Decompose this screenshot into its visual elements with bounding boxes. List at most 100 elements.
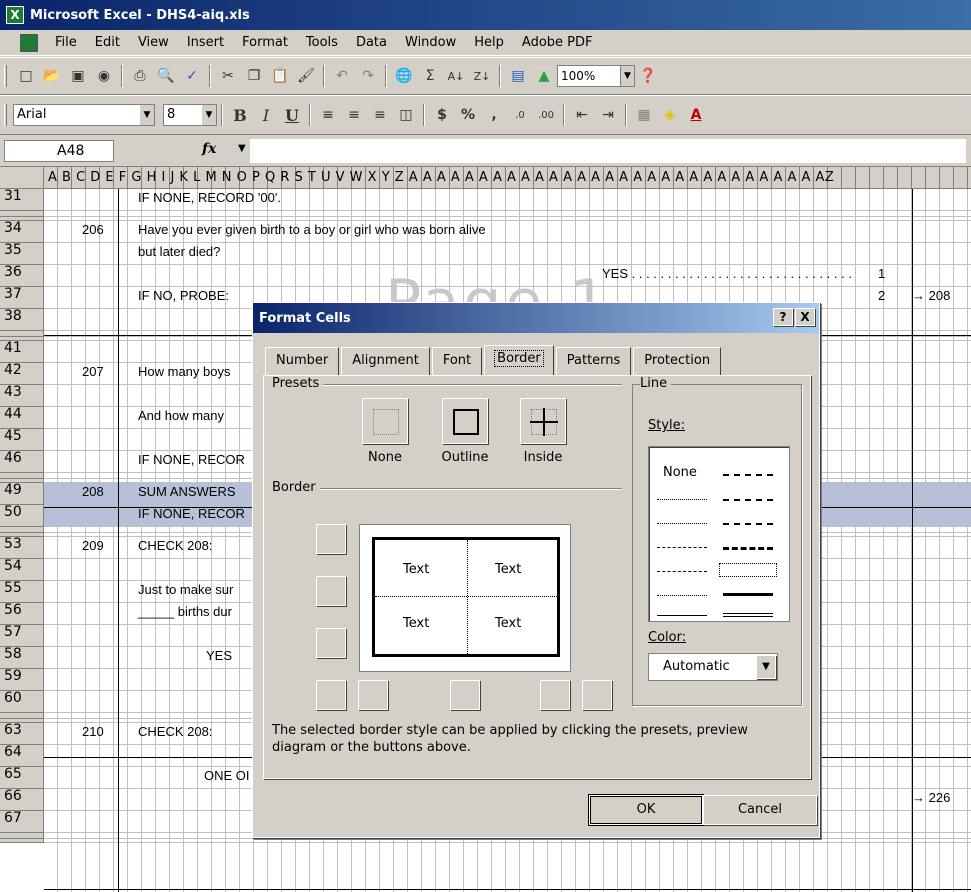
menu-tools[interactable]: Tools: [297, 35, 347, 50]
name-box[interactable]: A48: [4, 139, 114, 162]
row-header[interactable]: 53: [0, 537, 43, 559]
percent-icon[interactable]: %: [455, 102, 481, 128]
row-header[interactable]: 50: [0, 505, 43, 527]
paste-icon[interactable]: 📋: [267, 63, 293, 89]
currency-icon[interactable]: $: [429, 102, 455, 128]
border-bottom-button[interactable]: [316, 628, 346, 658]
border-right-button[interactable]: [540, 680, 570, 710]
increase-decimal-icon[interactable]: .0: [507, 102, 533, 128]
style-dashed-thin[interactable]: [657, 571, 707, 572]
sheet-row[interactable]: but later died?: [44, 243, 971, 265]
font-size-select[interactable]: 8 ▼: [163, 104, 217, 126]
border-top-button[interactable]: [316, 524, 346, 554]
sort-descending-icon[interactable]: Z↓: [469, 63, 495, 89]
border-middle-horizontal-button[interactable]: [316, 576, 346, 606]
chart-wizard-icon[interactable]: ▤: [505, 63, 531, 89]
style-double[interactable]: [723, 613, 773, 617]
preset-inside-button[interactable]: [520, 398, 566, 444]
style-selected-frame[interactable]: [719, 563, 777, 577]
tab-font[interactable]: Font: [431, 347, 483, 375]
style-dashdotdot[interactable]: [723, 523, 773, 525]
tab-number[interactable]: Number: [265, 347, 340, 375]
chevron-down-icon[interactable]: ▼: [756, 655, 776, 679]
row-header[interactable]: 63: [0, 723, 43, 745]
close-button[interactable]: X: [795, 308, 815, 326]
preset-none-button[interactable]: [362, 398, 408, 444]
row-header[interactable]: 42: [0, 363, 43, 385]
row-header[interactable]: 45: [0, 429, 43, 451]
chevron-down-icon[interactable]: ▼: [238, 143, 246, 154]
style-dotted-fine[interactable]: [657, 595, 707, 596]
menu-edit[interactable]: Edit: [86, 35, 129, 50]
row-header[interactable]: 58: [0, 647, 43, 669]
new-icon[interactable]: □: [13, 63, 39, 89]
row-header[interactable]: 54: [0, 559, 43, 581]
sheet-row[interactable]: [44, 839, 971, 843]
row-header[interactable]: 66: [0, 789, 43, 811]
cut-icon[interactable]: ✂: [215, 63, 241, 89]
row-header[interactable]: 59: [0, 669, 43, 691]
style-dotted[interactable]: [657, 523, 707, 524]
sheet-row[interactable]: 206 Have you ever given birth to a boy or…: [44, 221, 971, 243]
copy-icon[interactable]: ❐: [241, 63, 267, 89]
row-header[interactable]: 65: [0, 767, 43, 789]
row-header[interactable]: 64: [0, 745, 43, 767]
menu-data[interactable]: Data: [347, 35, 396, 50]
borders-icon[interactable]: ▦: [631, 102, 657, 128]
format-painter-icon[interactable]: 🖌: [293, 63, 319, 89]
style-none-option[interactable]: None: [663, 465, 697, 480]
border-diagonal-up-button[interactable]: [316, 680, 346, 710]
ok-button[interactable]: OK: [588, 794, 704, 826]
align-right-icon[interactable]: ≡: [367, 102, 393, 128]
style-thin[interactable]: [657, 615, 707, 616]
chevron-down-icon[interactable]: ▼: [202, 105, 216, 125]
spelling-icon[interactable]: ✓: [179, 63, 205, 89]
merge-center-icon[interactable]: ◫: [393, 102, 419, 128]
hyperlink-icon[interactable]: 🌐: [391, 63, 417, 89]
excel-app-icon[interactable]: X: [6, 6, 24, 24]
italic-icon[interactable]: I: [253, 102, 279, 128]
autosum-icon[interactable]: Σ: [417, 63, 443, 89]
border-preview[interactable]: Text Text Text Text: [359, 524, 571, 672]
row-header[interactable]: 46: [0, 451, 43, 473]
style-dashdot-thin[interactable]: [657, 547, 707, 548]
row-header[interactable]: 37: [0, 287, 43, 309]
toolbar-grip[interactable]: [4, 104, 7, 126]
align-center-icon[interactable]: ≡: [341, 102, 367, 128]
row-header[interactable]: 57: [0, 625, 43, 647]
border-diagonal-down-button[interactable]: [582, 680, 612, 710]
select-all-corner[interactable]: [0, 167, 44, 188]
redo-icon[interactable]: ↷: [355, 63, 381, 89]
menu-file[interactable]: File: [46, 35, 86, 50]
row-header[interactable]: 41: [0, 341, 43, 363]
sheet-row[interactable]: YES . . . . . . . . . . . . . . . . . . …: [44, 265, 971, 287]
row-header[interactable]: 31: [0, 189, 43, 211]
tab-protection[interactable]: Protection: [633, 347, 722, 375]
fill-color-icon[interactable]: ◈: [657, 102, 683, 128]
row-header[interactable]: 36: [0, 265, 43, 287]
print-icon[interactable]: ⎙: [127, 63, 153, 89]
bold-icon[interactable]: B: [227, 102, 253, 128]
row-header[interactable]: 60: [0, 691, 43, 713]
style-dashdot-medium[interactable]: [723, 474, 773, 476]
row-header[interactable]: 55: [0, 581, 43, 603]
style-thick[interactable]: [723, 593, 773, 596]
drawing-icon[interactable]: ▲: [531, 63, 557, 89]
print-preview-icon[interactable]: 🔍: [153, 63, 179, 89]
row-header[interactable]: 43: [0, 385, 43, 407]
row-header[interactable]: [0, 839, 43, 843]
preset-outline-button[interactable]: [442, 398, 488, 444]
dialog-title-bar[interactable]: Format Cells ? X: [253, 303, 819, 333]
formula-input[interactable]: [250, 139, 966, 163]
sheet-row[interactable]: IF NONE, RECORD '00'.: [44, 189, 971, 211]
row-header[interactable]: 35: [0, 243, 43, 265]
menu-format[interactable]: Format: [233, 35, 297, 50]
decrease-decimal-icon[interactable]: .00: [533, 102, 559, 128]
toolbar-grip[interactable]: [4, 65, 7, 87]
menu-insert[interactable]: Insert: [178, 35, 233, 50]
menu-adobe-pdf[interactable]: Adobe PDF: [513, 35, 602, 50]
cancel-button[interactable]: Cancel: [703, 795, 817, 825]
color-select[interactable]: Automatic ▼: [648, 653, 778, 681]
insert-function-icon[interactable]: fx: [202, 141, 216, 157]
font-name-select[interactable]: Arial ▼: [13, 104, 155, 126]
